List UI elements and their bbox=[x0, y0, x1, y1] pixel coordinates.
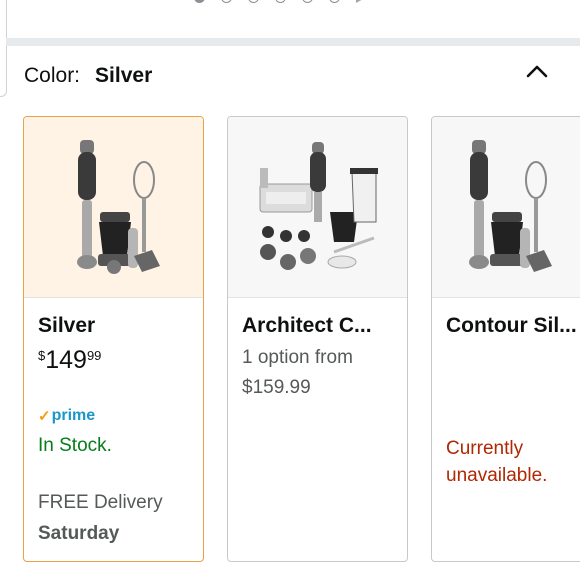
carousel-dot-3[interactable] bbox=[248, 0, 259, 3]
delivery-text: FREE Delivery bbox=[38, 492, 163, 513]
stock-status: In Stock. bbox=[38, 435, 112, 456]
price-fraction: 99 bbox=[86, 348, 102, 363]
left-edge-panel bbox=[0, 0, 7, 97]
color-selector-header[interactable]: Color: Silver bbox=[24, 64, 152, 88]
carousel-area bbox=[0, 0, 580, 38]
option-count-text: 1 option from bbox=[242, 347, 353, 368]
option-price: $159.99 bbox=[242, 377, 311, 398]
price-whole: 149 bbox=[45, 346, 87, 374]
option-name: Contour Sil... bbox=[446, 314, 577, 337]
option-name: Silver bbox=[38, 314, 96, 337]
carousel-dot-6[interactable] bbox=[329, 0, 340, 3]
prime-label: prime bbox=[51, 407, 96, 424]
carousel-pagination bbox=[194, 0, 365, 3]
carousel-dot-4[interactable] bbox=[275, 0, 286, 3]
carousel-dot-2[interactable] bbox=[221, 0, 232, 3]
option-price: $ 149 99 bbox=[38, 345, 101, 375]
carousel-next-icon[interactable] bbox=[356, 0, 365, 3]
prime-badge: ✓ prime bbox=[38, 407, 95, 425]
hand-blender-image bbox=[469, 140, 552, 272]
chevron-up-icon[interactable] bbox=[526, 64, 548, 78]
product-image-silver bbox=[24, 117, 203, 298]
section-divider bbox=[6, 38, 580, 46]
check-icon: ✓ bbox=[38, 408, 51, 425]
product-image-architect bbox=[228, 117, 407, 298]
hand-blender-image bbox=[76, 140, 160, 274]
hand-blender-set-image bbox=[259, 142, 378, 270]
carousel-dot-5[interactable] bbox=[302, 0, 313, 3]
color-option-silver[interactable]: Silver $ 149 99 ✓ prime In Stock. FREE D… bbox=[23, 116, 204, 562]
carousel-dot-1[interactable] bbox=[194, 0, 205, 3]
color-option-contour-silver[interactable]: Contour Sil... Currently unavailable. bbox=[431, 116, 580, 562]
price-symbol: $ bbox=[38, 348, 46, 363]
color-option-architect[interactable]: Architect C... 1 option from $159.99 bbox=[227, 116, 408, 562]
selected-color: Silver bbox=[95, 64, 153, 87]
color-label: Color: bbox=[24, 64, 81, 87]
availability-status: Currently unavailable. bbox=[446, 438, 548, 486]
option-name: Architect C... bbox=[242, 314, 372, 337]
product-image-contour bbox=[432, 117, 580, 298]
delivery-day: Saturday bbox=[38, 523, 120, 544]
